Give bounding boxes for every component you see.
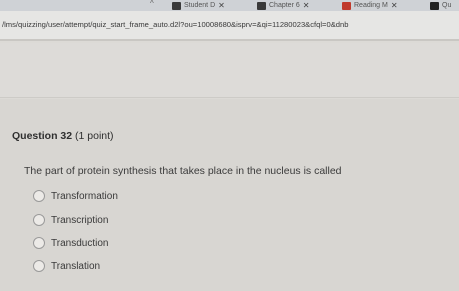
tab-label: Chapter 6 (269, 2, 300, 9)
radio-button[interactable] (33, 237, 45, 249)
option-label: Translation (51, 260, 101, 272)
quiz-content: Question 32 (1 point) The part of protei… (0, 99, 459, 291)
answer-option[interactable]: Translation (33, 259, 100, 273)
option-label: Transcription (51, 214, 109, 226)
answer-option[interactable]: Transformation (33, 189, 118, 203)
close-icon[interactable]: ✕ (391, 1, 398, 10)
question-label: Question 32 (12, 130, 73, 142)
blackboard-icon (172, 1, 181, 10)
page-icon (430, 1, 439, 10)
radio-button[interactable] (33, 214, 45, 226)
tab-label: Student D (184, 2, 216, 9)
question-prompt: The part of protein synthesis that takes… (24, 165, 342, 177)
close-icon[interactable]: ✕ (218, 1, 225, 10)
tab-chapter[interactable]: Chapter 6 ✕ (257, 0, 309, 11)
answer-option[interactable]: Transcription (33, 213, 108, 227)
tab-label: Qu (442, 2, 452, 9)
m-icon (342, 1, 351, 10)
answer-option[interactable]: Transduction (33, 236, 108, 250)
tab-student[interactable]: Student D ✕ (172, 0, 225, 11)
browser-tab-strip: ^ Student D ✕ Chapter 6 ✕ Reading M ✕ Qu (0, 0, 459, 11)
option-label: Transduction (51, 237, 109, 249)
address-bar[interactable]: /lms/quizzing/user/attempt/quiz_start_fr… (0, 11, 459, 41)
tab-reading[interactable]: Reading M ✕ (342, 0, 398, 11)
url-text[interactable]: /lms/quizzing/user/attempt/quiz_start_fr… (2, 20, 348, 29)
radio-button[interactable] (33, 260, 45, 272)
radio-button[interactable] (33, 190, 45, 202)
option-label: Transformation (51, 190, 118, 202)
tab-quiz[interactable]: Qu (430, 0, 451, 11)
book-icon (257, 1, 266, 10)
question-heading: Question 32 (1 point) (12, 130, 114, 142)
chevron-up-icon[interactable]: ^ (150, 0, 154, 8)
tab-label: Reading M (354, 2, 388, 9)
close-icon[interactable]: ✕ (303, 1, 310, 10)
question-points: (1 point) (75, 130, 114, 142)
page-header-area (0, 43, 459, 98)
